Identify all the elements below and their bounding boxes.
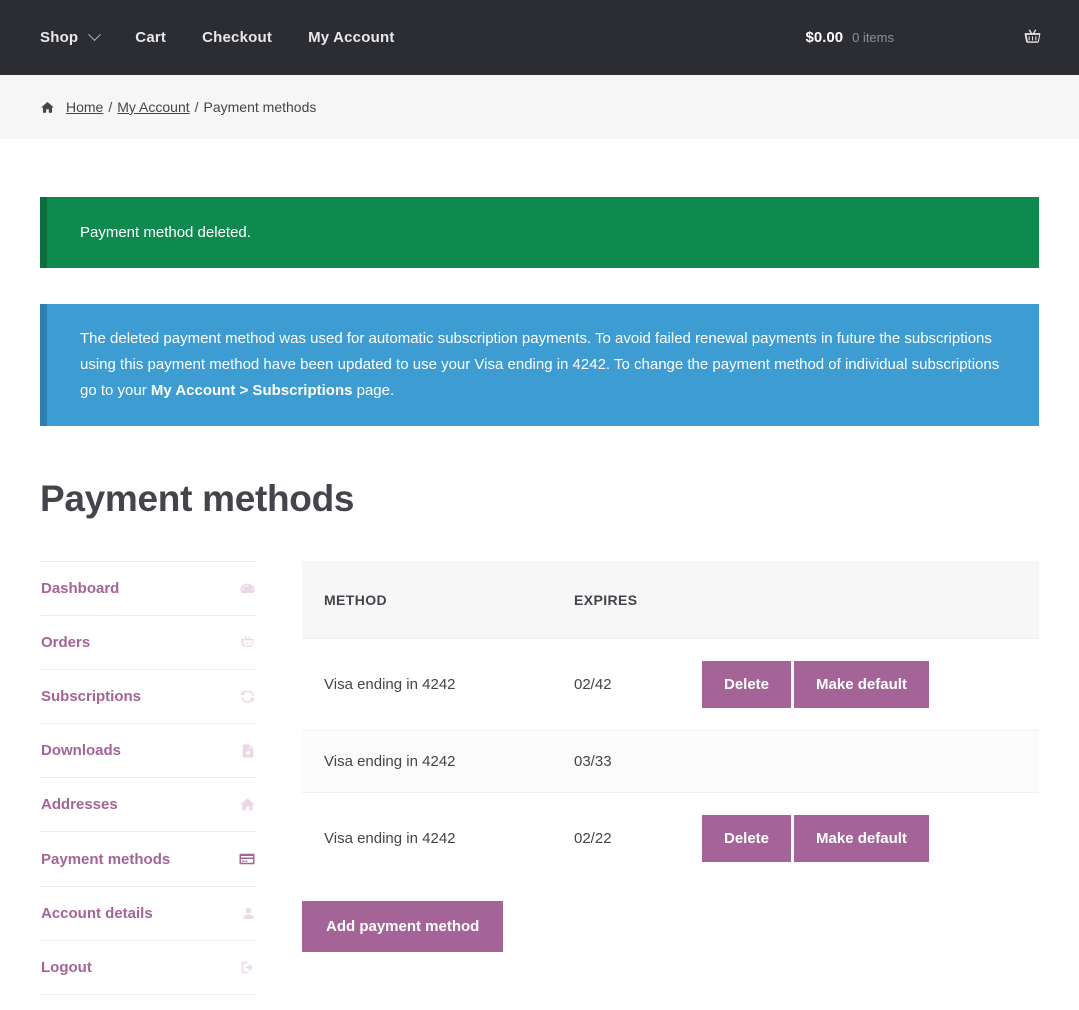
nav-item-label: Cart (135, 29, 166, 46)
sidebar-item-logout[interactable]: Logout (40, 941, 257, 995)
user-icon (241, 906, 256, 921)
sidebar-link-addresses[interactable]: Addresses (40, 778, 257, 831)
cell-actions: DeleteMake default (702, 639, 1039, 731)
table-row: Visa ending in 4242 02/42 DeleteMake def… (302, 639, 1039, 731)
nav-item-label: Shop (40, 29, 78, 46)
info-notice-emphasis: My Account > Subscriptions (151, 382, 353, 399)
table-row: Visa ending in 4242 02/22 DeleteMake def… (302, 793, 1039, 885)
tachometer-icon (239, 580, 256, 597)
file-download-icon (240, 743, 256, 759)
account-sidebar: Dashboard Orders (40, 561, 257, 995)
cell-actions: DeleteMake default (702, 793, 1039, 885)
sidebar-item-payment-methods[interactable]: Payment methods (40, 832, 257, 887)
nav-item-label: Checkout (202, 29, 272, 46)
breadcrumb-link-my-account[interactable]: My Account (117, 99, 189, 115)
sync-icon (239, 688, 256, 705)
table-header-row: METHOD EXPIRES (302, 561, 1039, 639)
cell-expires: 02/42 (552, 639, 702, 731)
sidebar-link-dashboard[interactable]: Dashboard (40, 562, 257, 615)
breadcrumb-link-home[interactable]: Home (66, 99, 103, 115)
sidebar-link-payment-methods[interactable]: Payment methods (40, 832, 257, 886)
nav-item-cart[interactable]: Cart (135, 29, 166, 46)
nav-item-shop[interactable]: Shop (40, 29, 99, 46)
sidebar-item-label: Orders (41, 634, 90, 651)
sidebar-item-dashboard[interactable]: Dashboard (40, 562, 257, 616)
sidebar-item-label: Logout (41, 959, 92, 976)
sidebar-link-orders[interactable]: Orders (40, 616, 257, 669)
sidebar-item-label: Downloads (41, 742, 121, 759)
sidebar-item-label: Subscriptions (41, 688, 141, 705)
credit-card-icon (238, 850, 256, 868)
payment-methods-table: METHOD EXPIRES Visa ending in 4242 02/42… (302, 561, 1039, 884)
sidebar-link-subscriptions[interactable]: Subscriptions (40, 670, 257, 723)
column-header-expires: EXPIRES (552, 561, 702, 639)
shopping-basket-icon[interactable] (1022, 27, 1043, 48)
sidebar-item-label: Dashboard (41, 580, 119, 597)
cell-method: Visa ending in 4242 (302, 731, 552, 793)
delete-button[interactable]: Delete (702, 815, 791, 862)
success-notice: Payment method deleted. (40, 197, 1039, 268)
cell-method: Visa ending in 4242 (302, 793, 552, 885)
nav-item-label: My Account (308, 29, 394, 46)
sidebar-item-label: Addresses (41, 796, 118, 813)
make-default-button[interactable]: Make default (794, 815, 929, 862)
table-row: Visa ending in 4242 03/33 (302, 731, 1039, 793)
sidebar-link-downloads[interactable]: Downloads (40, 724, 257, 777)
cell-expires: 02/22 (552, 793, 702, 885)
column-header-method: METHOD (302, 561, 552, 639)
info-notice-text-part2: page. (352, 382, 394, 399)
nav-item-checkout[interactable]: Checkout (202, 29, 272, 46)
site-header: Shop Cart Checkout My Account $0.00 0 it… (0, 0, 1079, 75)
header-cart-area[interactable]: $0.00 0 items (806, 27, 1043, 48)
main-content: Payment method deleted. The deleted paym… (0, 197, 1079, 995)
home-icon (40, 100, 55, 115)
sidebar-link-logout[interactable]: Logout (40, 941, 257, 994)
table-head: METHOD EXPIRES (302, 561, 1039, 639)
account-layout: Dashboard Orders (40, 561, 1039, 995)
sidebar-item-subscriptions[interactable]: Subscriptions (40, 670, 257, 724)
sidebar-item-label: Payment methods (41, 851, 170, 868)
nav-item-my-account[interactable]: My Account (308, 29, 394, 46)
success-notice-text: Payment method deleted. (80, 224, 251, 241)
chevron-down-icon (88, 28, 101, 41)
breadcrumb-separator: / (195, 99, 199, 115)
breadcrumb-separator: / (108, 99, 112, 115)
cell-actions (702, 731, 1039, 793)
main-navigation: Shop Cart Checkout My Account (40, 29, 395, 46)
cell-method: Visa ending in 4242 (302, 639, 552, 731)
column-header-actions (702, 561, 1039, 639)
sidebar-item-downloads[interactable]: Downloads (40, 724, 257, 778)
cell-expires: 03/33 (552, 731, 702, 793)
delete-button[interactable]: Delete (702, 661, 791, 708)
payment-methods-panel: METHOD EXPIRES Visa ending in 4242 02/42… (302, 561, 1039, 952)
table-body: Visa ending in 4242 02/42 DeleteMake def… (302, 639, 1039, 885)
make-default-button[interactable]: Make default (794, 661, 929, 708)
shopping-basket-icon (239, 634, 256, 651)
cart-item-count: 0 items (852, 30, 894, 45)
sidebar-item-orders[interactable]: Orders (40, 616, 257, 670)
info-notice: The deleted payment method was used for … (40, 304, 1039, 426)
sidebar-item-label: Account details (41, 905, 153, 922)
sidebar-item-account-details[interactable]: Account details (40, 887, 257, 941)
breadcrumb: Home / My Account / Payment methods (0, 75, 1079, 139)
breadcrumb-current: Payment methods (204, 99, 317, 115)
sign-out-icon (239, 959, 256, 976)
sidebar-link-account-details[interactable]: Account details (40, 887, 257, 940)
sidebar-item-addresses[interactable]: Addresses (40, 778, 257, 832)
page-title: Payment methods (40, 478, 1039, 520)
cart-total: $0.00 (806, 29, 844, 46)
add-payment-method-button[interactable]: Add payment method (302, 901, 503, 952)
home-icon (239, 796, 256, 813)
